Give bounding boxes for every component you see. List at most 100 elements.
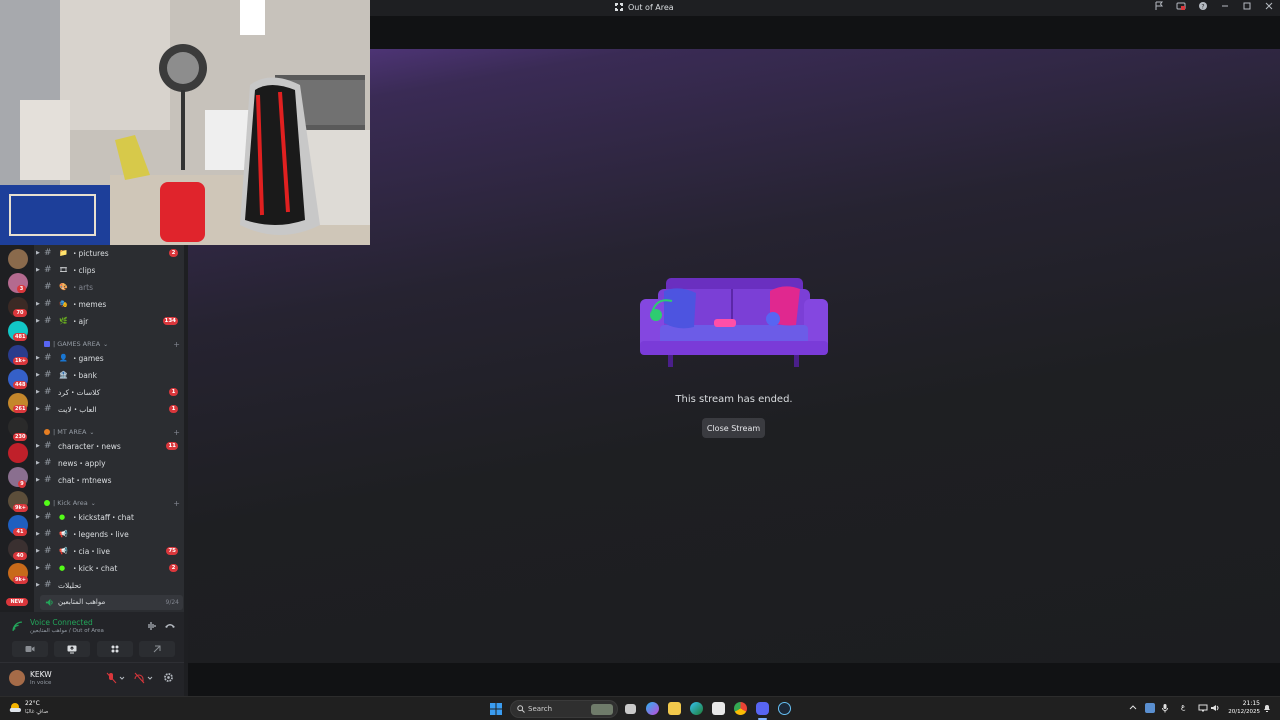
search-label: Search <box>528 705 553 713</box>
voice-channel-count: 9/24 <box>165 599 179 606</box>
screen-share-icon[interactable] <box>1176 1 1186 11</box>
server-badge: 70 <box>13 309 27 317</box>
category-games[interactable]: | GAMES AREA ⌄ + <box>44 338 180 350</box>
close-stream-button[interactable]: Close Stream <box>702 418 765 438</box>
channel-item[interactable]: ▶ # chat・mtnews <box>34 472 184 488</box>
add-channel-icon[interactable]: + <box>173 428 180 437</box>
hash-icon: # <box>44 299 52 309</box>
start-icon[interactable] <box>490 703 502 715</box>
channel-item[interactable]: ▶ # 📁 ・pictures 2 <box>34 245 184 261</box>
discord-icon[interactable] <box>756 702 769 715</box>
bank-icon: 🏦 <box>59 371 68 379</box>
channel-item[interactable]: ▶ # ● ・kickstaff・chat <box>34 509 184 525</box>
channel-name: ・ajr <box>71 316 89 326</box>
network-icon[interactable] <box>1198 703 1208 713</box>
microphone-icon[interactable] <box>1160 703 1170 713</box>
channel-item[interactable]: ▶ # 📢 ・cia・live 75 <box>34 543 184 559</box>
chrome-icon[interactable] <box>734 702 747 715</box>
channel-item[interactable]: ▶ # العاب・لايت 1 <box>34 401 184 417</box>
maximize-icon[interactable] <box>1242 1 1252 11</box>
help-icon[interactable]: ? <box>1198 1 1208 11</box>
close-icon[interactable] <box>1264 1 1274 11</box>
palette-icon: 🎨 <box>59 283 68 291</box>
notification-bell-icon[interactable] <box>1262 703 1272 713</box>
category-icon <box>44 341 50 347</box>
window-title-text: Out of Area <box>628 2 674 12</box>
expand-icon: ▶ <box>36 565 40 571</box>
channel-item[interactable]: ▶ # تحليلات <box>34 577 184 593</box>
channel-item[interactable]: ▶ # كلاسات・كرد 1 <box>34 384 184 400</box>
clock-time[interactable]: 21:15 <box>1243 700 1260 707</box>
expand-icon: ▶ <box>36 514 40 520</box>
copilot-icon[interactable] <box>646 702 659 715</box>
voice-channel-item[interactable]: مواهب المتابعين 9/24 <box>40 595 183 610</box>
stream-icon <box>615 3 623 11</box>
headset-muted-icon[interactable] <box>134 672 154 684</box>
user-icon: 👤 <box>59 354 68 362</box>
webcam-scene <box>0 0 370 245</box>
clock-date[interactable]: 20/12/2025 <box>1228 709 1260 715</box>
server-badge: 40 <box>13 552 27 560</box>
flag-icon[interactable] <box>1154 1 1164 11</box>
noise-suppression-icon[interactable] <box>146 621 158 631</box>
user-name: KEKW <box>30 670 52 679</box>
add-channel-icon[interactable]: + <box>173 499 180 508</box>
channel-name: ・games <box>71 353 104 363</box>
add-channel-icon[interactable]: + <box>173 340 180 349</box>
expand-icon: ▶ <box>36 318 40 324</box>
activities-button[interactable] <box>97 641 133 657</box>
channel-item[interactable]: ▶ # 🌿 ・ajr 134 <box>34 313 184 329</box>
weather-icon[interactable] <box>8 701 22 715</box>
channel-name: ・bank <box>71 370 97 380</box>
task-view-icon[interactable] <box>625 704 636 714</box>
channel-item[interactable]: ▶ # 🏦 ・bank <box>34 367 184 383</box>
taskbar-search[interactable]: Search <box>510 700 618 718</box>
store-icon[interactable] <box>712 702 725 715</box>
channel-item[interactable]: ▶ # 🎞 ・clips <box>34 262 184 278</box>
hash-icon: # <box>44 512 52 522</box>
channel-item[interactable]: ▶ # ● ・kick・chat 2 <box>34 560 184 576</box>
channel-item[interactable]: ▶ # 👤 ・games <box>34 350 184 366</box>
film-icon: 🎞 <box>59 266 68 274</box>
file-explorer-icon[interactable] <box>668 702 681 715</box>
steam-icon[interactable] <box>778 702 791 715</box>
camera-button[interactable] <box>12 641 48 657</box>
channel-item[interactable]: ▶ # news・apply <box>34 455 184 471</box>
disconnect-icon[interactable] <box>164 621 176 631</box>
server-badge: 3 <box>17 285 26 293</box>
soundboard-button[interactable] <box>139 641 175 657</box>
chevron-up-icon[interactable] <box>1128 703 1138 713</box>
tray-app-icon[interactable] <box>1145 703 1155 713</box>
channel-name: كلاسات・كرد <box>58 387 101 397</box>
chevron-down-icon: ⌄ <box>103 340 109 348</box>
voice-status-title: Voice Connected <box>30 618 93 627</box>
language-indicator[interactable]: ع <box>1181 703 1185 711</box>
channel-name: news・apply <box>58 458 106 468</box>
channel-item[interactable]: # 🎨 ・arts <box>34 279 184 295</box>
server-icon[interactable] <box>8 443 28 463</box>
volume-icon[interactable] <box>1210 703 1220 713</box>
screen-share-button[interactable] <box>54 641 90 657</box>
server-new-badge[interactable]: NEW <box>6 598 28 606</box>
gear-icon[interactable] <box>163 672 174 683</box>
edge-icon[interactable] <box>690 702 703 715</box>
minimize-icon[interactable] <box>1220 1 1230 11</box>
channel-item[interactable]: ▶ # 📢 ・legends・live <box>34 526 184 542</box>
stream-header <box>370 16 1280 49</box>
expand-icon: ▶ <box>36 267 40 273</box>
mic-muted-icon[interactable] <box>106 672 126 684</box>
search-icon <box>517 705 525 713</box>
hash-icon: # <box>44 248 52 258</box>
category-mt[interactable]: | MT AREA ⌄ + <box>44 426 180 438</box>
stream-control-bar <box>188 663 1280 696</box>
channel-item[interactable]: ▶ # 🎭 ・memes <box>34 296 184 312</box>
avatar[interactable] <box>9 670 25 686</box>
expand-icon: ▶ <box>36 372 40 378</box>
server-icon[interactable] <box>8 249 28 269</box>
server-badge: 41 <box>13 528 27 536</box>
category-kick[interactable]: | Kick Area ⌄ + <box>44 497 180 509</box>
channel-item[interactable]: ▶ # character・news 11 <box>34 438 184 454</box>
speaker-icon <box>45 598 53 607</box>
meme-icon: 🎭 <box>59 300 68 308</box>
server-badge: 9k+ <box>13 576 28 584</box>
